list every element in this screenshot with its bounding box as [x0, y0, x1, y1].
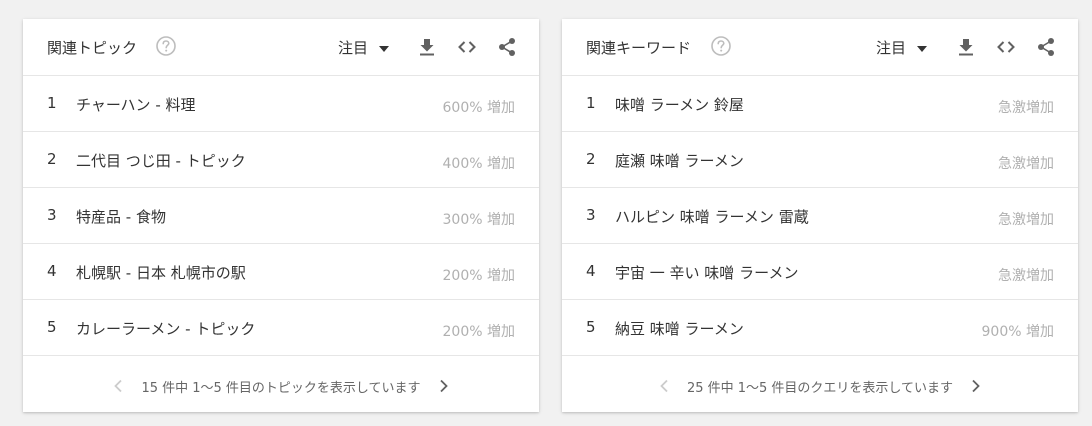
pagination: 15 件中 1～5 件目のトピックを表示しています	[23, 371, 539, 401]
row-label[interactable]: 納豆 味噌 ラーメン	[615, 318, 744, 339]
sort-label: 注目	[338, 38, 369, 57]
row-label[interactable]: 札幌駅 - 日本 札幌市の駅	[76, 262, 246, 283]
card-header: 関連キーワード 注目	[562, 19, 1078, 76]
topics-list: 1 チャーハン - 料理 600% 増加 2 二代目 つじ田 - トピック 40…	[23, 76, 539, 356]
row-value: 急激増加	[998, 212, 1054, 228]
list-item[interactable]: 1 チャーハン - 料理 600% 増加	[23, 76, 539, 132]
row-label[interactable]: ハルピン 味噌 ラーメン 雷蔵	[615, 206, 809, 227]
page: 関連トピック 注目 1 チャーハン - 料理 600% 増加 2 二代目 つじ田…	[0, 0, 1092, 426]
card-title: 関連トピック	[47, 39, 138, 57]
row-value: 200% 増加	[442, 268, 515, 284]
row-rank: 3	[47, 206, 57, 224]
row-label[interactable]: 味噌 ラーメン 鈴屋	[615, 94, 744, 115]
row-rank: 5	[586, 318, 596, 336]
row-value: 200% 増加	[442, 324, 515, 340]
row-rank: 1	[47, 94, 57, 112]
row-label[interactable]: 二代目 つじ田 - トピック	[76, 150, 246, 171]
list-item[interactable]: 5 納豆 味噌 ラーメン 900% 増加	[562, 300, 1078, 356]
row-label[interactable]: チャーハン - 料理	[76, 94, 196, 115]
caret-down-icon	[378, 38, 390, 57]
row-rank: 4	[586, 262, 596, 280]
caret-down-icon	[916, 38, 928, 57]
embed-code-icon[interactable]	[995, 36, 1017, 58]
row-rank: 5	[47, 318, 57, 336]
row-rank: 2	[586, 150, 596, 168]
row-value: 900% 増加	[981, 324, 1054, 340]
row-value: 急激増加	[998, 156, 1054, 172]
embed-code-icon[interactable]	[456, 36, 478, 58]
row-rank: 3	[586, 206, 596, 224]
list-item[interactable]: 3 特産品 - 食物 300% 増加	[23, 188, 539, 244]
pagination: 25 件中 1～5 件目のクエリを表示しています	[562, 371, 1078, 401]
chevron-left-icon[interactable]	[655, 377, 673, 395]
help-circle-icon[interactable]	[155, 35, 177, 57]
row-label[interactable]: カレーラーメン - トピック	[76, 318, 255, 339]
list-item[interactable]: 3 ハルピン 味噌 ラーメン 雷蔵 急激増加	[562, 188, 1078, 244]
row-value: 急激増加	[998, 268, 1054, 284]
help-circle-icon[interactable]	[710, 35, 732, 57]
chevron-left-icon[interactable]	[109, 377, 127, 395]
related-topics-card: 関連トピック 注目 1 チャーハン - 料理 600% 増加 2 二代目 つじ田…	[23, 19, 539, 412]
sort-label: 注目	[876, 38, 907, 57]
sort-select[interactable]: 注目	[338, 33, 390, 61]
list-item[interactable]: 2 庭瀬 味噌 ラーメン 急激増加	[562, 132, 1078, 188]
chevron-right-icon[interactable]	[435, 377, 453, 395]
list-item[interactable]: 2 二代目 つじ田 - トピック 400% 増加	[23, 132, 539, 188]
row-label[interactable]: 庭瀬 味噌 ラーメン	[615, 150, 744, 171]
row-value: 600% 増加	[442, 100, 515, 116]
list-item[interactable]: 4 宇宙 一 辛い 味噌 ラーメン 急激増加	[562, 244, 1078, 300]
card-header: 関連トピック 注目	[23, 19, 539, 76]
row-rank: 1	[586, 94, 596, 112]
row-label[interactable]: 宇宙 一 辛い 味噌 ラーメン	[615, 262, 798, 283]
share-icon[interactable]	[1035, 36, 1057, 58]
row-value: 急激増加	[998, 100, 1054, 116]
download-icon[interactable]	[416, 36, 438, 58]
chevron-right-icon[interactable]	[967, 377, 985, 395]
pagination-text: 15 件中 1～5 件目のトピックを表示しています	[141, 380, 421, 396]
pagination-text: 25 件中 1～5 件目のクエリを表示しています	[686, 380, 954, 396]
row-value: 400% 増加	[442, 156, 515, 172]
related-queries-card: 関連キーワード 注目 1 味噌 ラーメン 鈴屋 急激増加 2 庭瀬 味噌 ラーメ…	[562, 19, 1078, 412]
row-rank: 4	[47, 262, 57, 280]
row-rank: 2	[47, 150, 57, 168]
row-value: 300% 増加	[442, 212, 515, 228]
row-label[interactable]: 特産品 - 食物	[76, 206, 166, 227]
list-item[interactable]: 4 札幌駅 - 日本 札幌市の駅 200% 増加	[23, 244, 539, 300]
queries-list: 1 味噌 ラーメン 鈴屋 急激増加 2 庭瀬 味噌 ラーメン 急激増加 3 ハル…	[562, 76, 1078, 356]
download-icon[interactable]	[955, 36, 977, 58]
card-title: 関連キーワード	[586, 39, 692, 57]
list-item[interactable]: 5 カレーラーメン - トピック 200% 増加	[23, 300, 539, 356]
share-icon[interactable]	[496, 36, 518, 58]
list-item[interactable]: 1 味噌 ラーメン 鈴屋 急激増加	[562, 76, 1078, 132]
sort-select[interactable]: 注目	[876, 33, 928, 61]
